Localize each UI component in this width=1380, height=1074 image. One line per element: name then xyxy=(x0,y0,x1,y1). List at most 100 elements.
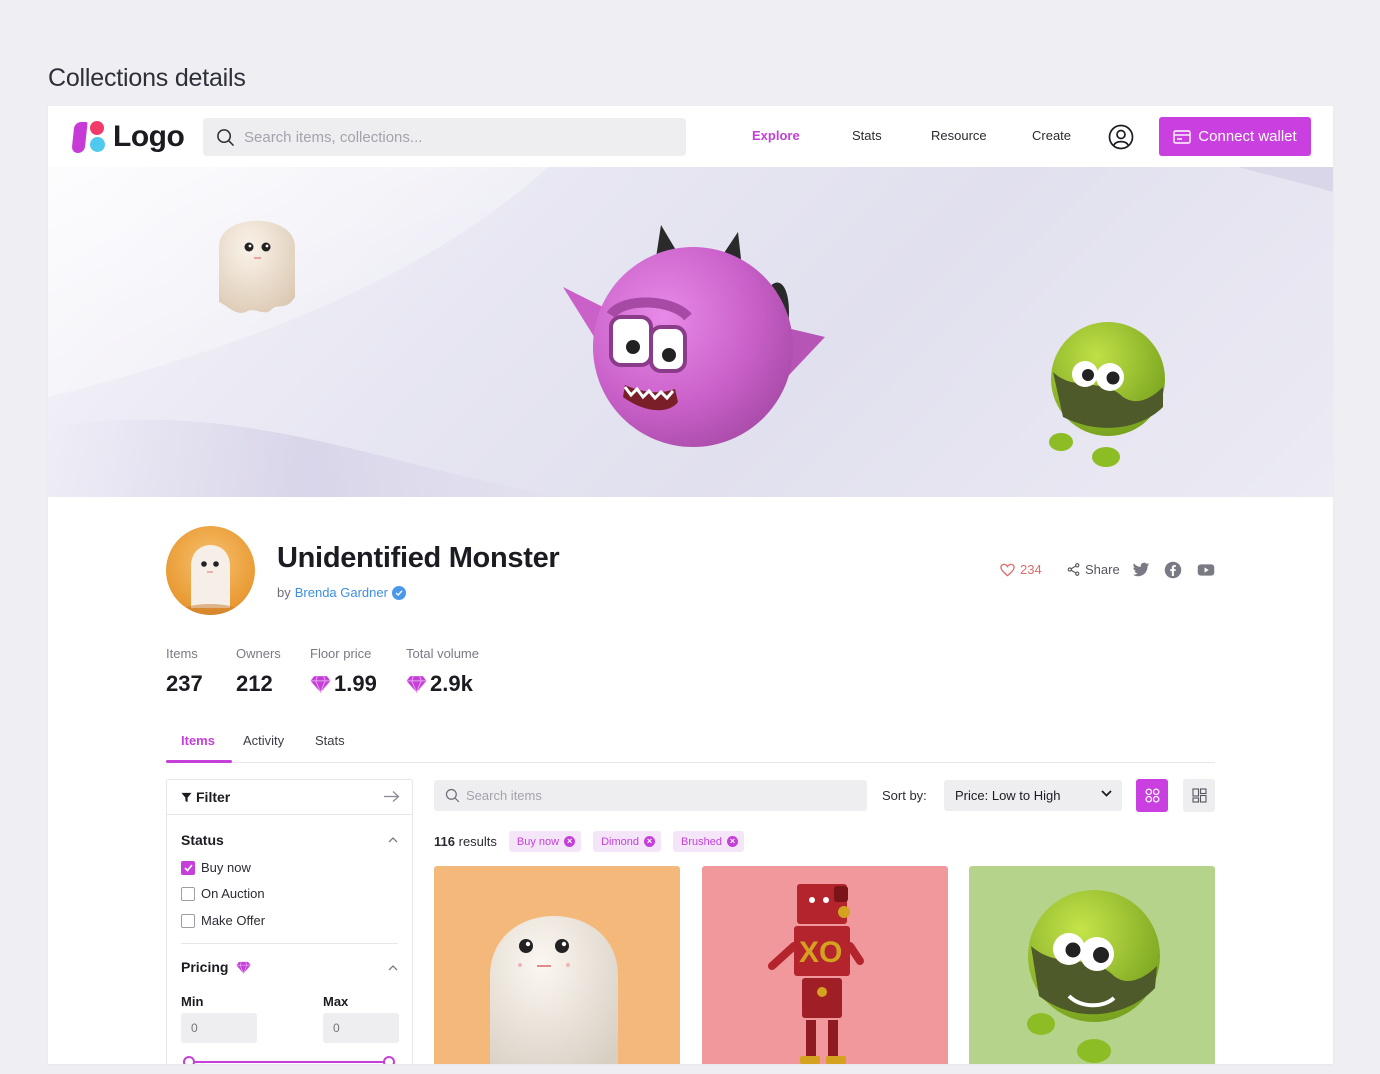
sort-label: Sort by: xyxy=(882,788,927,803)
min-price-input[interactable] xyxy=(181,1013,257,1043)
chip-remove-icon[interactable]: × xyxy=(644,836,656,847)
chevron-up-icon[interactable] xyxy=(388,965,398,971)
author-link[interactable]: Brenda Gardner xyxy=(295,585,388,600)
like-count: 234 xyxy=(1020,562,1042,577)
checkbox-checked[interactable] xyxy=(181,860,195,875)
green-monster-image xyxy=(1049,322,1165,467)
active-tab-indicator xyxy=(166,760,232,763)
filter-chip-buy-now[interactable]: Buy now × xyxy=(508,831,582,852)
nav-create[interactable]: Create xyxy=(1032,128,1071,143)
sort-selected-value: Price: Low to High xyxy=(955,788,1061,803)
price-range-max-handle[interactable] xyxy=(383,1056,395,1064)
search-icon xyxy=(445,788,460,803)
collection-avatar xyxy=(166,526,255,615)
facebook-icon[interactable] xyxy=(1164,561,1182,579)
nav-resource[interactable]: Resource xyxy=(931,128,987,143)
sort-select[interactable]: Price: Low to High xyxy=(944,780,1122,811)
chip-label: Brushed xyxy=(681,835,722,848)
filter-chip-brushed[interactable]: Brushed × xyxy=(673,831,744,852)
collection-byline: by Brenda Gardner xyxy=(277,585,406,600)
checkbox[interactable] xyxy=(181,913,195,928)
price-range-track[interactable] xyxy=(189,1061,389,1063)
share-icon xyxy=(1067,563,1080,576)
nft-card-robot[interactable]: XO xyxy=(702,866,948,1064)
min-label: Min xyxy=(181,994,204,1009)
filter-header: Filter xyxy=(167,780,412,815)
filter-panel: Filter Status Buy now On Auction Make Of… xyxy=(166,779,413,1064)
logo-mark-icon xyxy=(71,120,107,154)
status-option-make-offer[interactable]: Make Offer xyxy=(181,913,265,928)
wallet-icon xyxy=(1173,129,1191,144)
share-button[interactable]: Share xyxy=(1067,562,1120,577)
youtube-icon[interactable] xyxy=(1197,561,1215,579)
collection-title: Unidentified Monster xyxy=(277,542,560,574)
collapse-filter-arrow-icon[interactable] xyxy=(383,790,400,803)
chip-remove-icon[interactable]: × xyxy=(564,836,576,847)
status-option-buy-now[interactable]: Buy now xyxy=(181,860,251,875)
stat-floor-value: 1.99 xyxy=(310,671,377,697)
stat-volume-number: 2.9k xyxy=(430,671,473,696)
status-title-text: Status xyxy=(181,832,224,848)
status-option-label: Buy now xyxy=(201,860,251,875)
collection-tabs: Items Activity Stats xyxy=(166,726,1215,763)
filter-divider xyxy=(181,943,398,944)
diamond-icon xyxy=(310,675,331,693)
user-account-icon[interactable] xyxy=(1108,124,1134,150)
chevron-down-icon xyxy=(1101,790,1112,797)
stat-floor-number: 1.99 xyxy=(334,671,377,696)
nft-card-ghost[interactable] xyxy=(434,866,680,1064)
verified-badge-icon xyxy=(391,585,406,600)
tab-activity[interactable]: Activity xyxy=(243,733,284,748)
price-range-min-handle[interactable] xyxy=(183,1056,195,1064)
like-button[interactable]: 234 xyxy=(1000,562,1042,577)
status-option-label: On Auction xyxy=(201,886,265,901)
stat-items-value: 237 xyxy=(166,671,203,697)
collection-banner xyxy=(48,167,1333,497)
top-header: Logo Explore Stats Resource Create Conne… xyxy=(48,106,1333,167)
item-search[interactable] xyxy=(434,780,867,811)
tab-items[interactable]: Items xyxy=(181,733,215,748)
diamond-icon xyxy=(406,675,427,693)
nav-stats[interactable]: Stats xyxy=(852,128,882,143)
ghost-character-image xyxy=(219,220,295,313)
chip-label: Dimond xyxy=(601,835,640,848)
chip-remove-icon[interactable]: × xyxy=(727,836,738,847)
pricing-title-text: Pricing xyxy=(181,959,229,975)
chevron-up-icon[interactable] xyxy=(388,837,398,843)
results-summary: 116 results Buy now × Dimond × Brushed × xyxy=(434,831,744,852)
nft-card-green-monster[interactable] xyxy=(969,866,1215,1064)
ghost-avatar-image xyxy=(180,545,240,615)
global-search-input[interactable] xyxy=(244,128,664,146)
status-option-on-auction[interactable]: On Auction xyxy=(181,886,265,901)
svg-text:XO: XO xyxy=(799,936,842,969)
filter-title: Filter xyxy=(196,789,231,805)
global-search[interactable] xyxy=(203,118,686,156)
filter-chip-dimond[interactable]: Dimond × xyxy=(593,831,662,852)
status-section-title[interactable]: Status xyxy=(181,832,224,848)
diamond-icon xyxy=(236,961,252,974)
share-label: Share xyxy=(1085,562,1120,577)
layout-grid-icon xyxy=(1191,788,1207,803)
twitter-icon[interactable] xyxy=(1132,561,1150,579)
logo[interactable]: Logo xyxy=(71,120,185,154)
checkbox[interactable] xyxy=(181,886,195,901)
stat-volume-label: Total volume xyxy=(406,646,479,661)
grid-view-large-button[interactable] xyxy=(1183,779,1215,812)
results-suffix: results xyxy=(458,834,497,849)
stat-owners-label: Owners xyxy=(236,646,281,661)
connect-wallet-button[interactable]: Connect wallet xyxy=(1159,117,1311,156)
robot-card-image: XO xyxy=(768,884,864,1064)
connect-wallet-label: Connect wallet xyxy=(1198,128,1297,145)
funnel-icon xyxy=(181,792,192,802)
tab-stats[interactable]: Stats xyxy=(315,733,345,748)
grid-circles-icon xyxy=(1144,788,1160,803)
item-search-input[interactable] xyxy=(466,788,846,803)
stat-owners-number: 212 xyxy=(236,671,273,696)
search-icon xyxy=(217,128,234,146)
max-label: Max xyxy=(323,994,349,1009)
byline-prefix: by xyxy=(277,585,291,600)
nav-explore[interactable]: Explore xyxy=(752,128,800,143)
pricing-section-title[interactable]: Pricing xyxy=(181,959,252,975)
max-price-input[interactable] xyxy=(323,1013,399,1043)
grid-view-small-button[interactable] xyxy=(1136,779,1168,812)
